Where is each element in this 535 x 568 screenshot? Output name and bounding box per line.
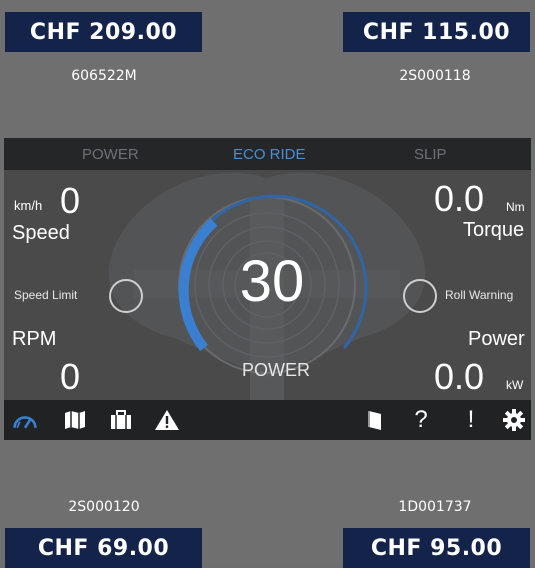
alert-text: !: [467, 406, 475, 433]
roll-warning-label: Roll Warning: [445, 288, 514, 302]
product-grid: CHF 209.00 CHF 115.00 606522M 2S000118 P…: [0, 0, 535, 568]
rpm-label: RPM: [12, 328, 57, 350]
price-tag-bottom-right: CHF 95.00: [343, 528, 530, 568]
torque-value: 0.0: [434, 178, 485, 219]
price-tag-top-right: CHF 115.00: [343, 12, 530, 52]
power-value: 0.0: [434, 356, 485, 397]
price-text: CHF 209.00: [29, 19, 178, 45]
torque-label: Torque: [463, 219, 525, 241]
torque-unit: Nm: [506, 200, 525, 214]
price-text: CHF 115.00: [362, 19, 511, 45]
price-text: CHF 69.00: [37, 535, 170, 561]
dashboard-screen: POWER ECO RIDE SLIP km/h 0 Speed 0.0 Nm …: [4, 138, 531, 440]
help-text: ?: [414, 406, 428, 433]
book-icon[interactable]: [362, 408, 388, 432]
power-label: Power: [468, 328, 525, 350]
price-tag-top-left: CHF 209.00: [5, 12, 202, 52]
rpm-value: 0: [60, 356, 81, 397]
speed-value: 0: [60, 180, 81, 221]
map-icon[interactable]: [62, 408, 88, 432]
price-tag-bottom-left: CHF 69.00: [5, 528, 202, 568]
power-unit: kW: [506, 378, 524, 392]
alert-icon[interactable]: !: [458, 406, 484, 433]
bottom-toolbar: ? !: [4, 400, 531, 440]
settings-icon[interactable]: [501, 408, 527, 432]
sku-top-right: 2S000118: [399, 68, 471, 84]
mode-power[interactable]: POWER: [82, 146, 139, 163]
sku-top-left: 606522M: [71, 68, 137, 84]
sku-bottom-right: 1D001737: [398, 499, 472, 515]
center-gauge-label: POWER: [241, 360, 310, 380]
mode-bar: POWER ECO RIDE SLIP: [4, 138, 531, 170]
mode-eco-ride[interactable]: ECO RIDE: [233, 146, 306, 163]
speed-label: Speed: [12, 222, 70, 244]
warning-icon[interactable]: [154, 408, 180, 432]
speed-limit-label: Speed Limit: [14, 288, 78, 302]
briefcase-icon[interactable]: [108, 408, 134, 432]
sku-bottom-left: 2S000120: [68, 499, 140, 515]
mode-slip[interactable]: SLIP: [414, 146, 447, 163]
speed-unit: km/h: [14, 198, 43, 213]
center-gauge-value: 30: [239, 249, 305, 314]
help-icon[interactable]: ?: [408, 406, 434, 433]
gauge-icon[interactable]: [12, 408, 38, 432]
price-text: CHF 95.00: [370, 535, 503, 561]
